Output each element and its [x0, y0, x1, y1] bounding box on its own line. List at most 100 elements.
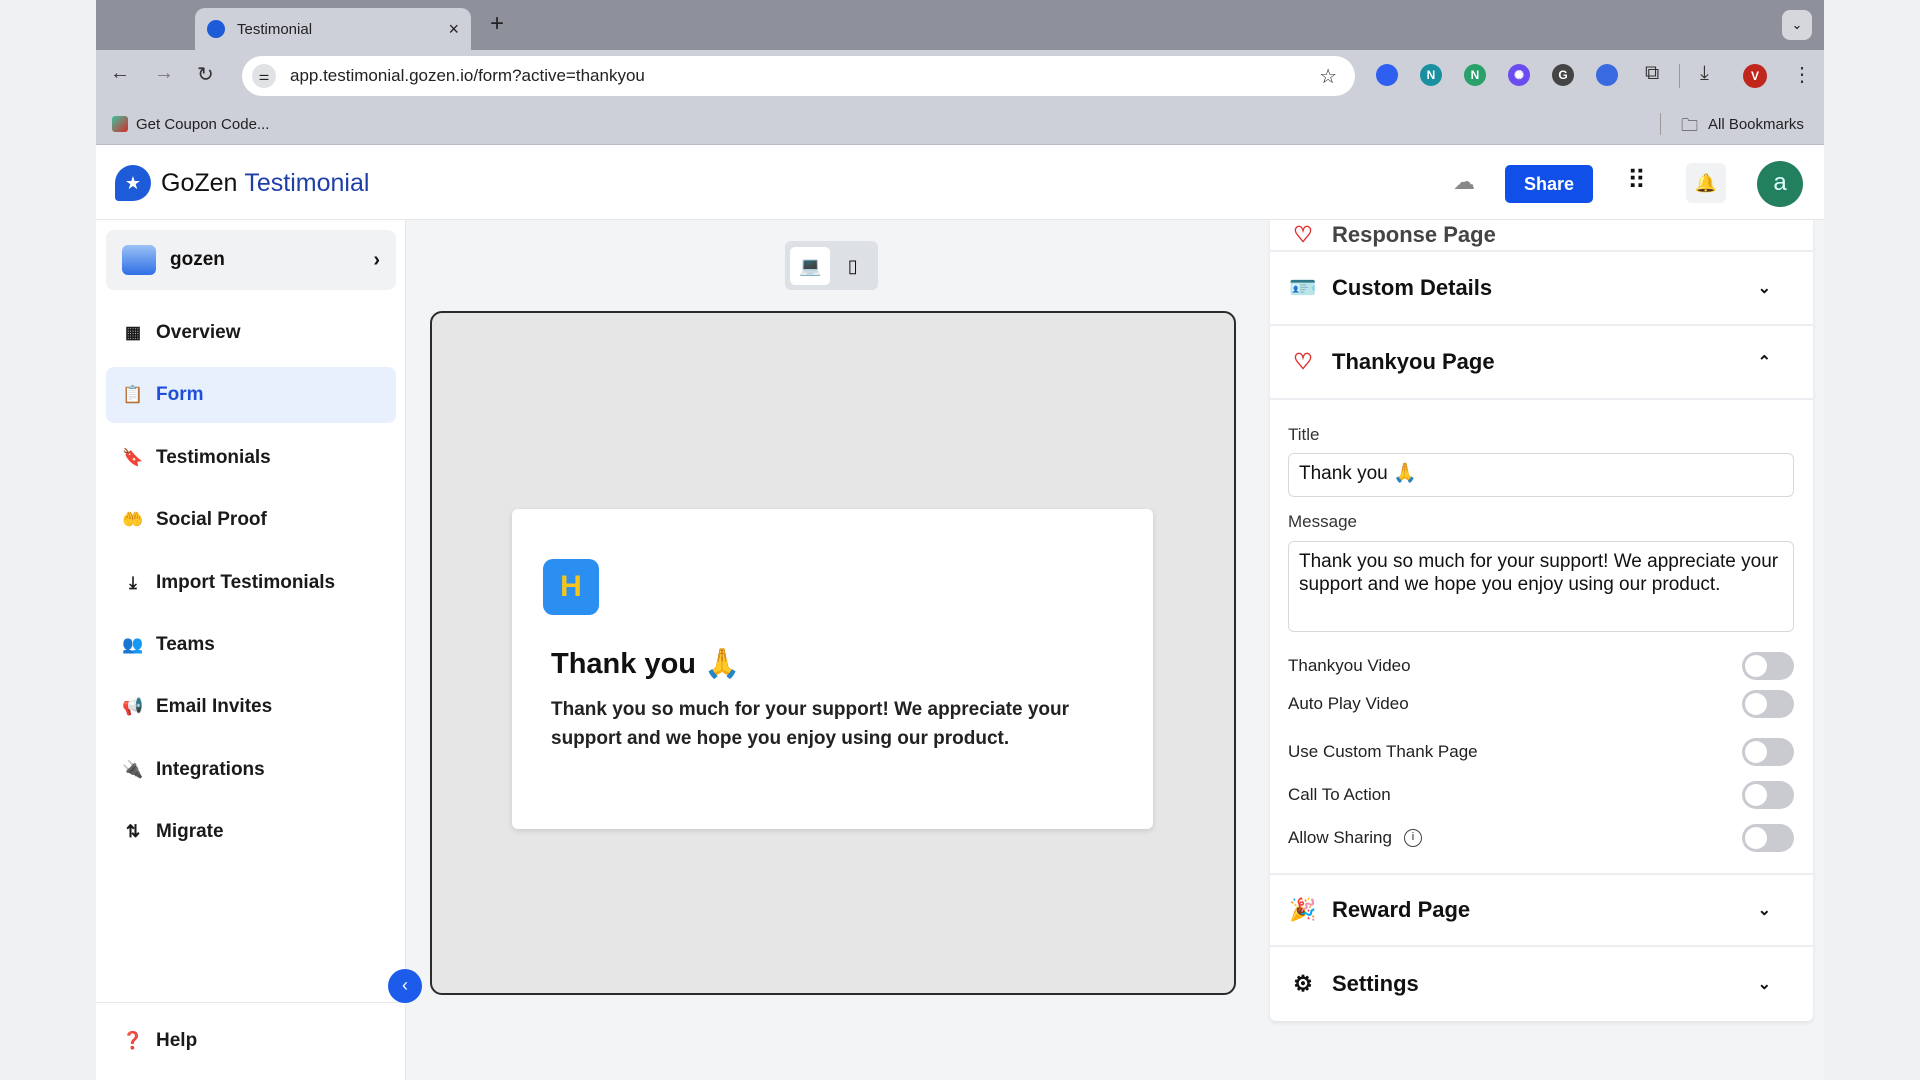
- bookmarks-bar: Get Coupon Code... 🗀 All Bookmarks: [96, 103, 1824, 145]
- toggle-row: Thankyou Video: [1288, 651, 1794, 681]
- bookmark-icon: 🔖: [122, 447, 144, 467]
- toggle-switch[interactable]: [1742, 738, 1794, 766]
- sidebar-item-form[interactable]: 📋 Form: [106, 367, 396, 424]
- toggle-switch[interactable]: [1742, 652, 1794, 680]
- extension-icon[interactable]: [1596, 64, 1618, 86]
- form-logo: H: [543, 559, 599, 615]
- desktop-view-icon[interactable]: 💻: [790, 246, 831, 285]
- hand-heart-icon: ♡: [1293, 349, 1313, 374]
- preview-frame: H Thank you 🙏 Thank you so much for your…: [430, 311, 1236, 995]
- close-tab-icon[interactable]: ×: [448, 19, 459, 40]
- bookmark-link[interactable]: Get Coupon Code...: [136, 116, 269, 133]
- browser-menu-icon[interactable]: ⋮: [1792, 62, 1812, 87]
- extension-icon[interactable]: N: [1420, 64, 1442, 86]
- sidebar-item-integrations[interactable]: 🔌 Integrations: [106, 742, 396, 798]
- sidebar-item-label: Form: [156, 384, 204, 406]
- toggle-switch[interactable]: [1742, 824, 1794, 852]
- collapse-sidebar-button[interactable]: ‹: [388, 969, 422, 1003]
- section-custom-details[interactable]: 🪪 Custom Details ⌄: [1270, 252, 1813, 326]
- downloads-icon[interactable]: ⤓: [1700, 62, 1709, 85]
- extension-icon[interactable]: G: [1552, 64, 1574, 86]
- info-icon[interactable]: i: [1403, 829, 1422, 847]
- sidebar-item-label: Email Invites: [156, 696, 273, 718]
- sidebar-item-label: Testimonials: [156, 446, 271, 468]
- sidebar: gozen › ▦ Overview 📋 Form 🔖 Testimonials 🤲 Soci…: [96, 220, 406, 1080]
- grid-icon: ▦: [124, 323, 142, 342]
- response-icon: ♡: [1293, 222, 1313, 247]
- party-popper-icon: 🎉: [1289, 897, 1317, 922]
- megaphone-icon: 📢: [122, 697, 144, 717]
- divider: [96, 1002, 406, 1003]
- site-settings-icon[interactable]: ⚌: [252, 64, 276, 88]
- sidebar-item-migrate[interactable]: ⇅ Migrate: [106, 804, 396, 860]
- bookmark-star-icon[interactable]: ☆: [1319, 64, 1337, 89]
- toggle-switch[interactable]: [1742, 781, 1794, 809]
- sidebar-item-label: Import Testimonials: [156, 571, 336, 593]
- extension-icon[interactable]: ✺: [1508, 64, 1530, 86]
- browser-window: Testimonial × + ⌄ ← → ↻ ⚌ app.testimonia…: [96, 0, 1824, 1080]
- sidebar-item-label: Teams: [156, 634, 215, 655]
- workspace-name: gozen: [170, 249, 225, 270]
- mobile-view-icon[interactable]: ▯: [833, 247, 873, 285]
- folder-icon: 🗀: [1681, 116, 1698, 135]
- sidebar-item-social-proof[interactable]: 🤲 Social Proof: [106, 492, 396, 548]
- message-textarea[interactable]: Thank you so much for your support! We a…: [1288, 541, 1794, 632]
- extension-icon[interactable]: N: [1464, 64, 1486, 86]
- toggle-row: Call To Action: [1288, 780, 1794, 810]
- thankyou-preview-card: H Thank you 🙏 Thank you so much for your…: [512, 509, 1153, 829]
- all-bookmarks-link[interactable]: All Bookmarks: [1708, 116, 1804, 133]
- sidebar-item-import-testimonials[interactable]: ⤓ Import Testimonials: [106, 555, 396, 611]
- workspace-switcher[interactable]: gozen ›: [106, 230, 396, 290]
- download-icon: ⤓: [129, 572, 137, 592]
- sidebar-item-label: Integrations: [156, 758, 265, 780]
- clipboard-icon: 📋: [122, 385, 144, 405]
- section-title: Response Page: [1332, 222, 1496, 247]
- tab-search-chevron-icon[interactable]: ⌄: [1782, 10, 1812, 40]
- section-title: Reward Page: [1332, 897, 1471, 922]
- hand-heart-icon: 🤲: [122, 510, 144, 530]
- divider: [1660, 113, 1661, 135]
- toggle-row: Use Custom Thank Page: [1288, 737, 1794, 767]
- section-title: Thankyou Page: [1332, 349, 1495, 374]
- plug-icon: 🔌: [122, 759, 144, 779]
- url-text: app.testimonial.gozen.io/form?active=tha…: [290, 66, 645, 85]
- new-tab-icon[interactable]: +: [490, 10, 504, 38]
- divider: [1679, 64, 1680, 88]
- toggle-label: Thankyou Video: [1288, 656, 1411, 675]
- tab-title: Testimonial: [237, 20, 313, 38]
- extensions-puzzle-icon[interactable]: ⧉: [1645, 62, 1659, 85]
- brand-logo[interactable]: ★ GoZen Testimonial: [115, 165, 369, 201]
- forward-icon[interactable]: →: [154, 62, 174, 85]
- message-label: Message: [1288, 512, 1357, 531]
- sidebar-item-help[interactable]: ❓ Help: [106, 1013, 396, 1069]
- section-settings[interactable]: ⚙ Settings ⌄: [1270, 947, 1813, 1021]
- section-thankyou-page[interactable]: ♡ Thankyou Page ⌃: [1270, 326, 1813, 400]
- address-bar[interactable]: ⚌ app.testimonial.gozen.io/form?active=t…: [242, 56, 1355, 96]
- reload-icon[interactable]: ↻: [197, 62, 214, 87]
- profile-avatar[interactable]: V: [1743, 64, 1767, 88]
- sidebar-item-teams[interactable]: 👥 Teams: [106, 617, 396, 673]
- back-icon[interactable]: ←: [110, 62, 130, 85]
- sidebar-item-email-invites[interactable]: 📢 Email Invites: [106, 679, 396, 735]
- tab-bar: Testimonial × + ⌄: [96, 0, 1824, 50]
- device-toggle: 💻 ▯: [785, 241, 878, 290]
- toggle-label: Use Custom Thank Page: [1288, 742, 1478, 761]
- browser-tab[interactable]: Testimonial ×: [195, 8, 471, 50]
- brand-name: GoZen: [161, 168, 238, 197]
- section-reward-page[interactable]: 🎉 Reward Page ⌄: [1270, 873, 1813, 947]
- toggle-switch[interactable]: [1742, 690, 1794, 718]
- chevron-right-icon: ›: [373, 248, 380, 271]
- title-input[interactable]: Thank you 🙏: [1288, 453, 1794, 497]
- settings-panel: ♡ Response Page 🪪 Custom Details ⌄ ♡ Tha…: [1270, 220, 1813, 1021]
- sidebar-item-label: Help: [156, 1030, 198, 1051]
- bookmark-favicon-icon: [112, 116, 128, 132]
- section-response-page[interactable]: ♡ Response Page: [1270, 178, 1813, 252]
- sidebar-item-label: Social Proof: [156, 509, 267, 531]
- sidebar-item-testimonials[interactable]: 🔖 Testimonials: [106, 430, 396, 486]
- toggle-label: Auto Play Video: [1288, 694, 1409, 713]
- preview-title: Thank you 🙏: [551, 648, 741, 680]
- brand-product: Testimonial: [244, 168, 370, 197]
- sidebar-item-overview[interactable]: ▦ Overview: [106, 305, 396, 361]
- extension-icon[interactable]: [1376, 64, 1398, 86]
- arrows-icon: ⇅: [125, 822, 141, 842]
